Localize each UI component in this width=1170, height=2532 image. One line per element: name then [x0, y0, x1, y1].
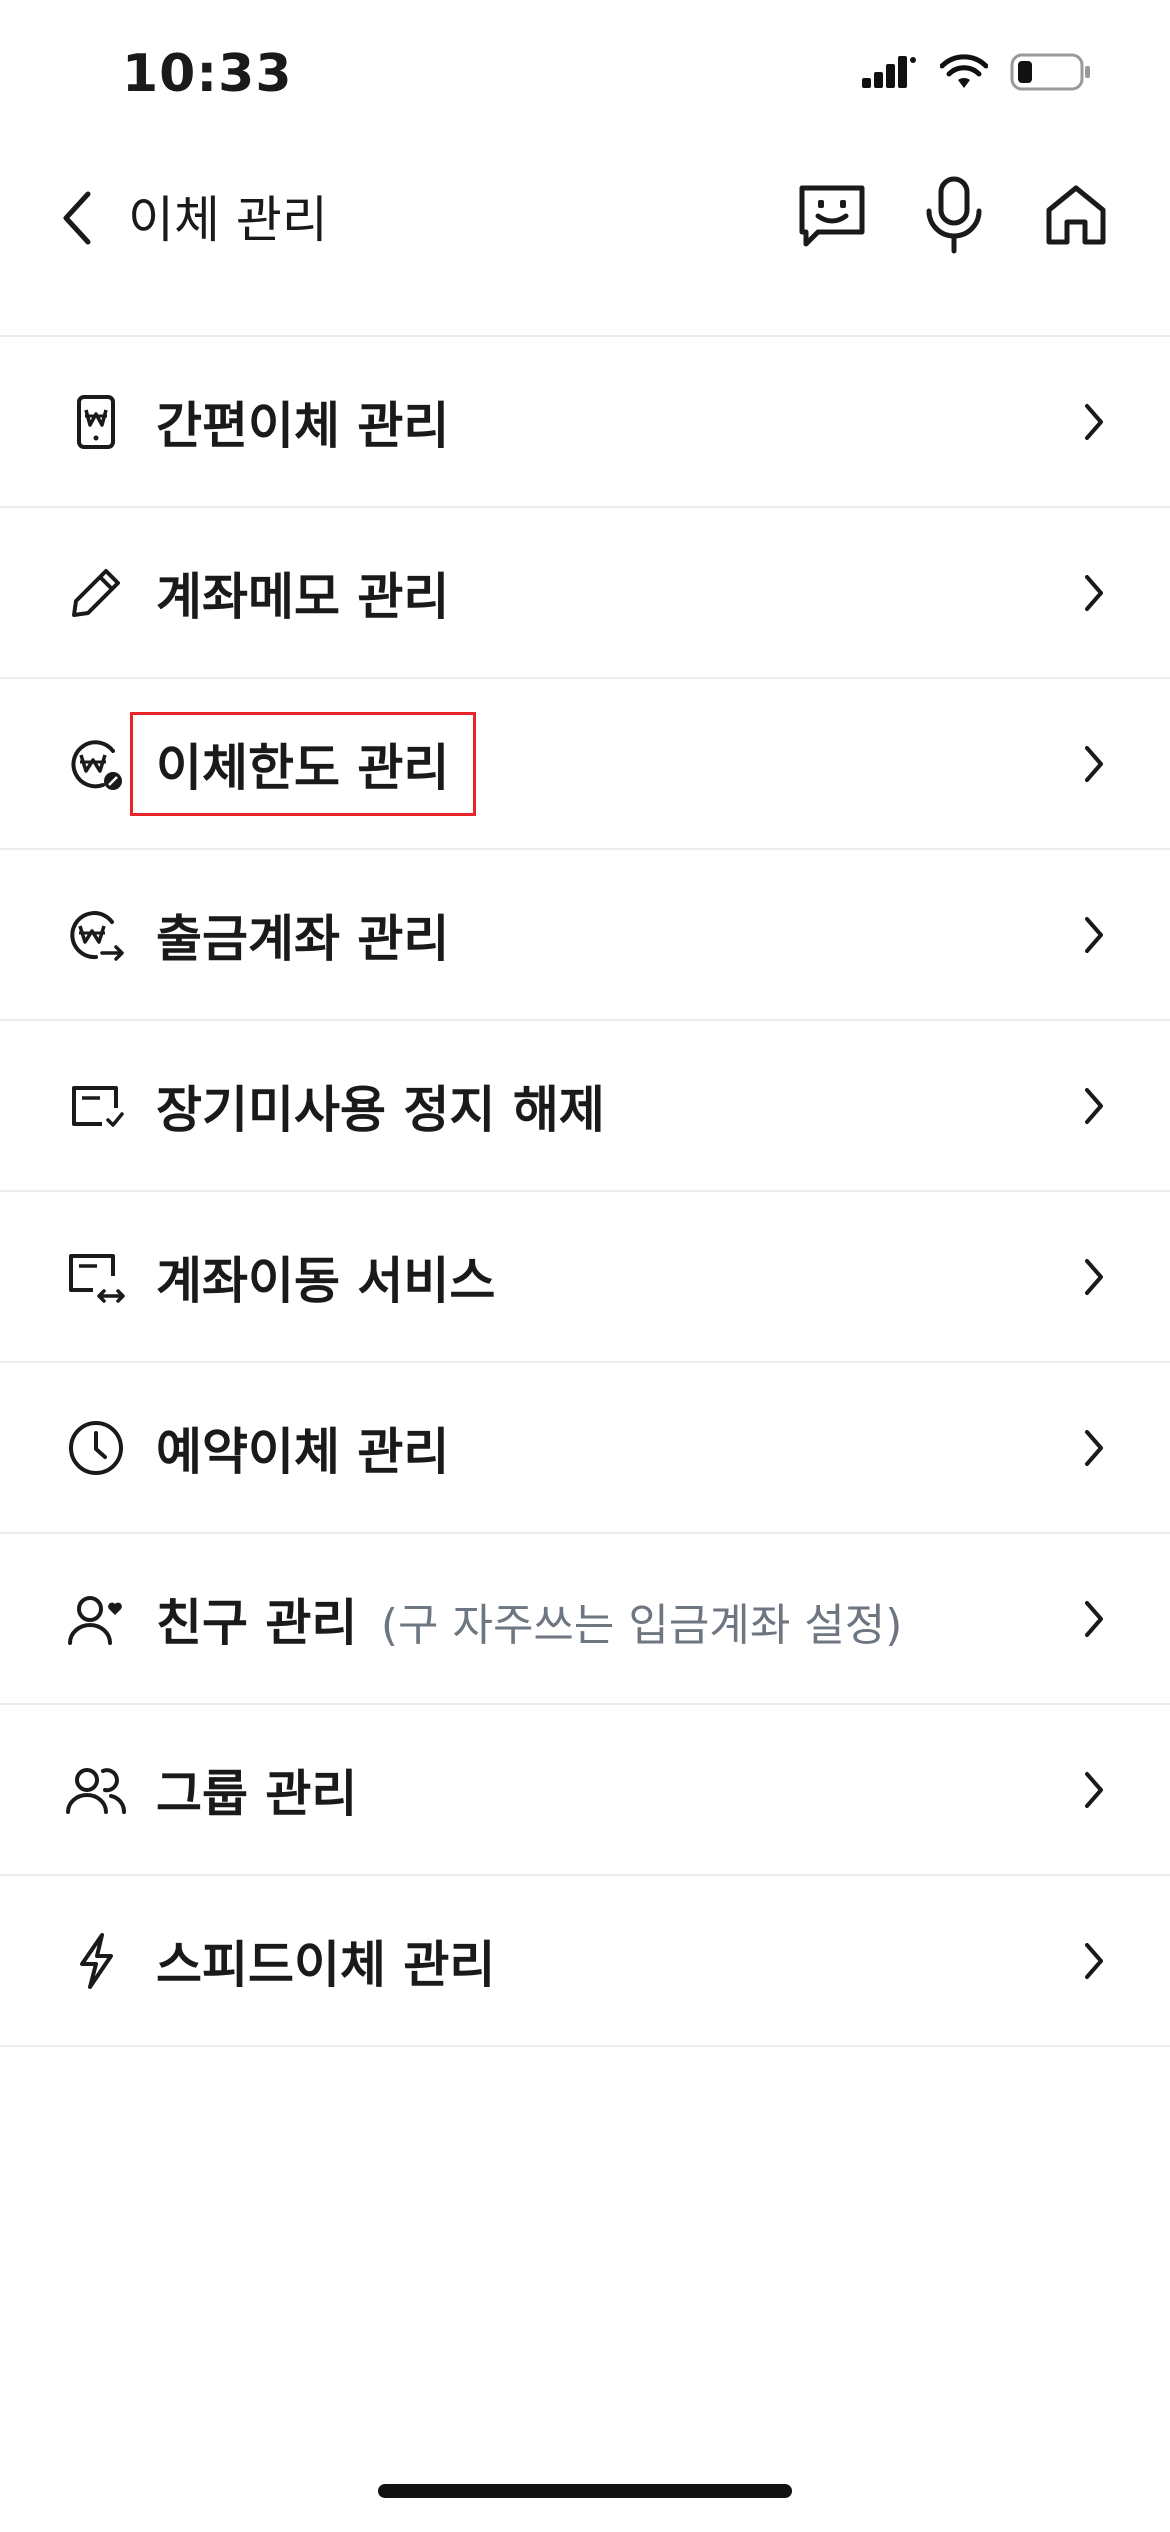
- clock-icon: [64, 1416, 128, 1480]
- menu-item-label: 간편이체 관리: [156, 396, 450, 455]
- back-button[interactable]: [48, 178, 108, 258]
- chevron-right-icon: [1074, 1423, 1114, 1473]
- chevron-right-icon: [1074, 397, 1114, 447]
- cellular-signal-icon: [862, 54, 918, 94]
- chevron-right-icon: [1074, 1081, 1114, 1131]
- home-button[interactable]: [1038, 170, 1114, 260]
- chevron-right-icon: [1074, 1252, 1114, 1302]
- menu-item-speed-transfer[interactable]: 스피드이체 관리: [0, 1876, 1170, 2047]
- menu-item-easy-transfer[interactable]: 간편이체 관리: [0, 337, 1170, 508]
- menu-item-account-switch[interactable]: 계좌이동 서비스: [0, 1192, 1170, 1363]
- menu-item-label: 계좌메모 관리: [156, 567, 450, 626]
- highlight-wrapper: [0, 711, 1170, 816]
- menu-item-label: 친구 관리 (구 자주쓰는 입금계좌 설정): [156, 1583, 902, 1655]
- transfer-menu-list: 간편이체 관리 계좌메모 관리 이체한도 관리 출금계좌 관리 장기미사용 정지…: [0, 335, 1170, 2047]
- status-time: 10:33: [122, 44, 293, 104]
- menu-item-sublabel: (구 자주쓰는 입금계좌 설정): [380, 1599, 903, 1651]
- pencil-icon: [64, 561, 128, 625]
- menu-item-account-memo[interactable]: 계좌메모 관리: [0, 508, 1170, 679]
- wifi-icon: [939, 54, 989, 94]
- menu-item-groups[interactable]: 그룹 관리: [0, 1705, 1170, 1876]
- menu-item-label: 장기미사용 정지 해제: [156, 1080, 605, 1139]
- status-icons: [862, 52, 1092, 96]
- group-icon: [64, 1758, 128, 1822]
- person-heart-icon: [64, 1587, 128, 1651]
- chevron-right-icon: [1074, 1594, 1114, 1644]
- nav-bar: 이체 관리: [0, 150, 1170, 335]
- menu-item-dormant-release[interactable]: 장기미사용 정지 해제: [0, 1021, 1170, 1192]
- chevron-right-icon: [1074, 568, 1114, 618]
- voice-button[interactable]: [916, 170, 992, 260]
- chevron-right-icon: [1074, 1765, 1114, 1815]
- home-icon: [1046, 185, 1106, 245]
- won-outgoing-icon: [64, 903, 128, 967]
- chevron-right-icon: [1074, 739, 1114, 789]
- menu-item-main-label: 친구 관리: [156, 1593, 358, 1652]
- chevron-right-icon: [1074, 1936, 1114, 1986]
- menu-item-withdrawal-account[interactable]: 출금계좌 관리: [0, 850, 1170, 1021]
- highlight-box: [130, 711, 476, 816]
- phone-won-icon: [64, 390, 128, 454]
- menu-item-transfer-limit[interactable]: 이체한도 관리: [0, 679, 1170, 850]
- lightning-icon: [64, 1929, 128, 1993]
- account-check-icon: [64, 1074, 128, 1138]
- home-indicator: [378, 2484, 792, 2498]
- microphone-icon: [926, 176, 982, 254]
- status-bar: 10:33: [0, 0, 1170, 150]
- menu-item-friends[interactable]: 친구 관리 (구 자주쓰는 입금계좌 설정): [0, 1534, 1170, 1705]
- nav-actions: [794, 170, 1114, 260]
- battery-icon: [1010, 52, 1092, 96]
- menu-item-label: 예약이체 관리: [156, 1422, 450, 1481]
- chevron-left-icon: [63, 191, 91, 245]
- menu-item-label: 계좌이동 서비스: [156, 1251, 496, 1310]
- chatbot-icon: [799, 185, 865, 247]
- menu-item-label: 그룹 관리: [156, 1764, 358, 1823]
- menu-item-label: 출금계좌 관리: [156, 909, 450, 968]
- page-title: 이체 관리: [128, 191, 328, 249]
- menu-item-label: 스피드이체 관리: [156, 1935, 496, 1994]
- chevron-right-icon: [1074, 910, 1114, 960]
- chatbot-button[interactable]: [794, 170, 870, 260]
- menu-item-scheduled-transfer[interactable]: 예약이체 관리: [0, 1363, 1170, 1534]
- account-transfer-icon: [64, 1245, 128, 1309]
